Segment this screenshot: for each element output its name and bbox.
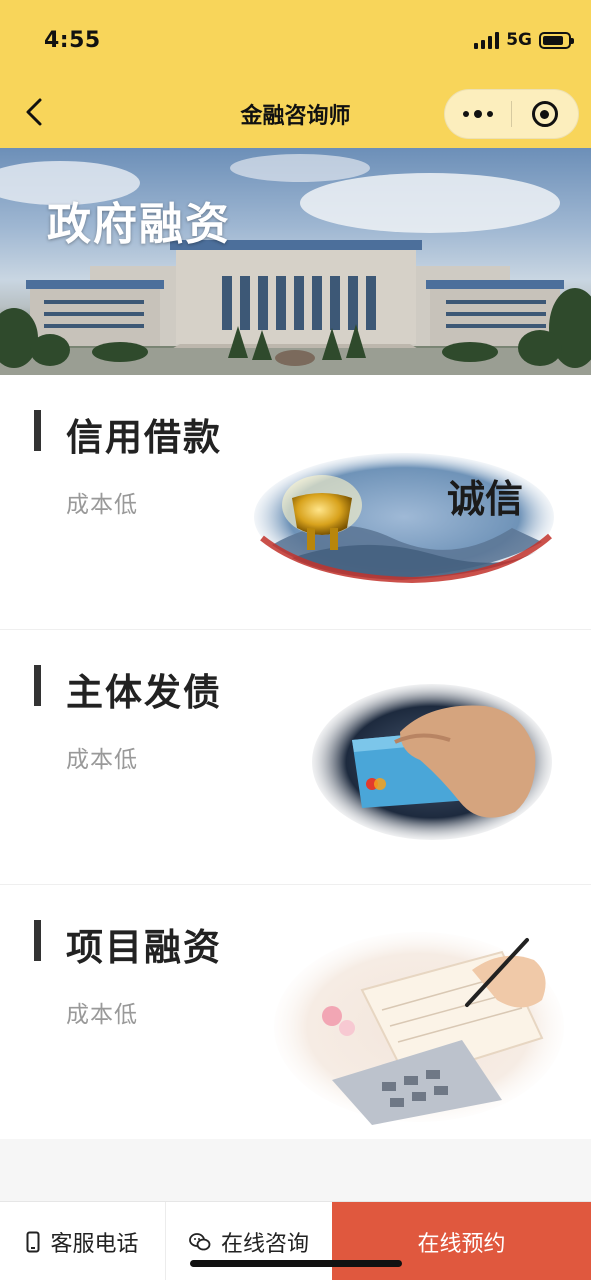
card-subtitle: 成本低 [66, 492, 138, 518]
card-subtitle: 成本低 [66, 747, 138, 773]
card-bond-issuance[interactable]: 主体发债 成本低 [0, 630, 591, 884]
status-indicators: 5G [474, 30, 574, 50]
signal-icon [474, 31, 500, 49]
card-project-financing[interactable]: 项目融资 成本低 [0, 885, 591, 1139]
customer-phone-button[interactable]: 客服电话 [0, 1202, 166, 1280]
close-target-icon[interactable] [512, 89, 578, 139]
card-title: 主体发债 [66, 671, 222, 714]
banner-title: 政府融资 [47, 199, 231, 250]
network-label: 5G [506, 30, 532, 50]
credit-integrity-image: 诚信 [254, 453, 554, 584]
online-consult-button[interactable]: 在线咨询 [166, 1202, 332, 1280]
banner-image: 政府融资 [0, 148, 591, 375]
home-indicator [190, 1260, 402, 1267]
online-consult-label: 在线咨询 [220, 1231, 309, 1257]
government-building-illustration [0, 154, 591, 375]
top-header: 4:55 5G 金融咨询师 [0, 0, 591, 148]
title-accent-bar [34, 410, 41, 451]
bank-card-image [312, 684, 552, 840]
bottom-action-bar: 客服电话 在线咨询 在线预约 [0, 1201, 591, 1280]
accounting-calculator-image [274, 932, 564, 1125]
battery-icon [539, 31, 574, 49]
customer-phone-label: 客服电话 [50, 1231, 139, 1257]
status-time: 4:55 [44, 28, 101, 53]
card-credit-loan[interactable]: 信用借款 成本低 诚信 [0, 375, 591, 629]
card-title: 信用借款 [66, 416, 222, 459]
card-title: 项目融资 [66, 926, 222, 969]
online-booking-label: 在线预约 [417, 1231, 506, 1257]
phone-icon [26, 1231, 40, 1253]
mini-program-capsule [444, 89, 579, 139]
more-dots-icon[interactable] [445, 89, 511, 139]
chat-icon [189, 1232, 211, 1252]
online-booking-button[interactable]: 在线预约 [332, 1202, 591, 1280]
image-calligraphy-text: 诚信 [447, 476, 523, 521]
title-accent-bar [34, 920, 41, 961]
card-subtitle: 成本低 [66, 1002, 138, 1028]
title-accent-bar [34, 665, 41, 706]
